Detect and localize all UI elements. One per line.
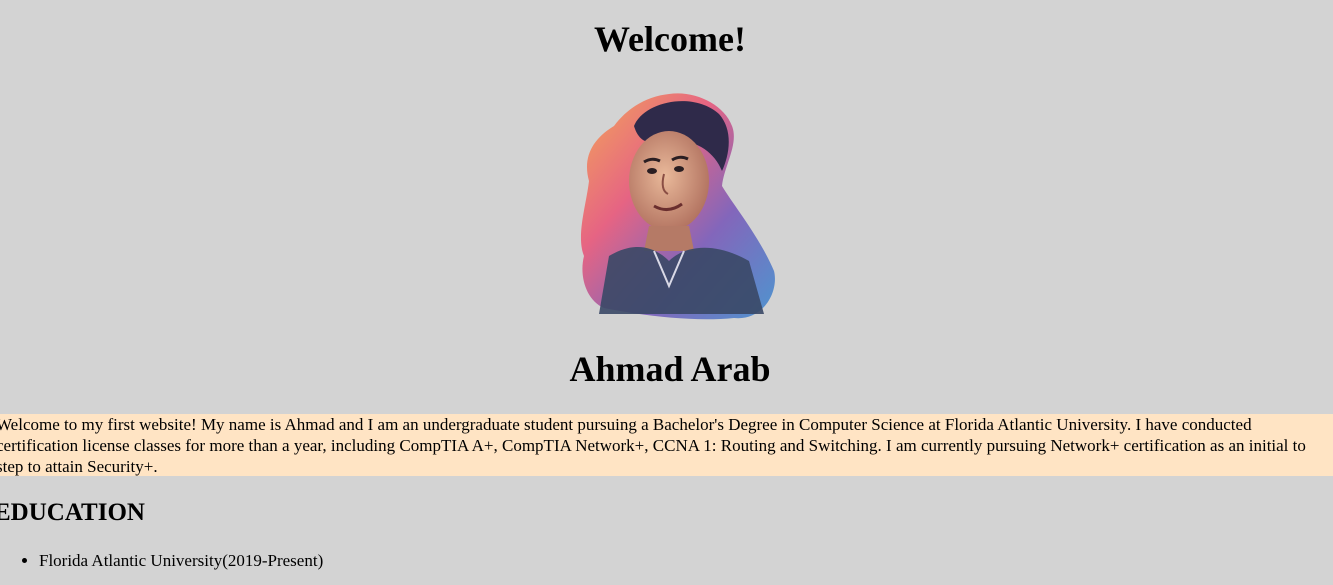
education-heading: EDUCATION: [0, 499, 145, 526]
portrait-image: [574, 86, 779, 326]
page: Welcome! Ahmad Arab Welcome to my first …: [0, 0, 1333, 585]
portrait-icon: [580, 93, 775, 320]
education-list: Florida Atlantic University(2019-Present…: [0, 550, 323, 572]
list-item: Florida Atlantic University(2019-Present…: [39, 550, 323, 572]
welcome-heading: Welcome!: [594, 19, 746, 59]
profile-name: Ahmad Arab: [569, 349, 771, 389]
intro-paragraph: Welcome to my first website! My name is …: [0, 414, 1333, 476]
